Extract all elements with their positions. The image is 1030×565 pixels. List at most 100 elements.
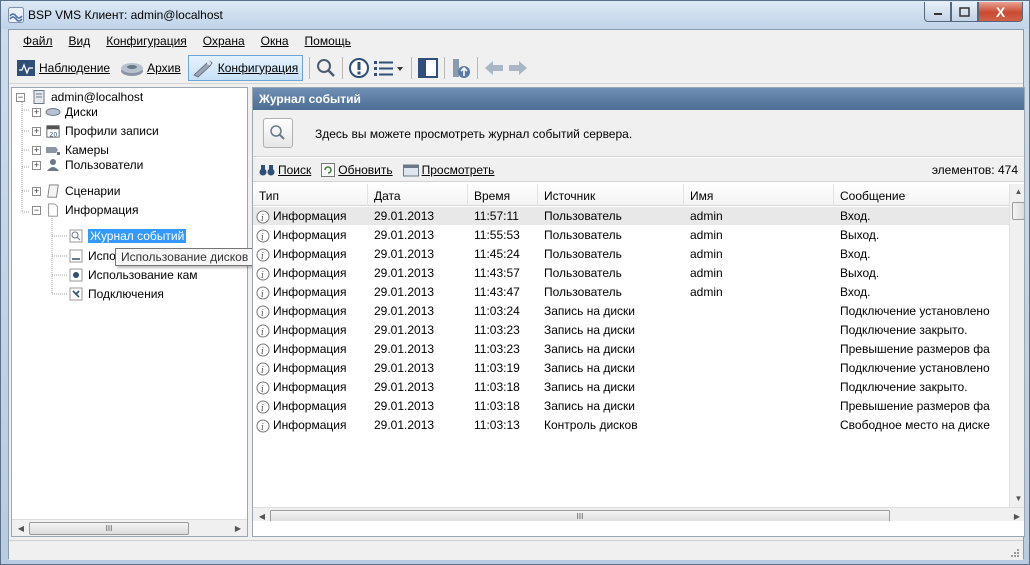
tree-label-connections: Подключения	[88, 287, 164, 301]
menu-file[interactable]: Файл	[15, 34, 61, 48]
disk-icon	[45, 108, 61, 116]
cell-type: i Информация	[256, 247, 369, 262]
cell-message: Вход.	[840, 209, 1008, 223]
app-window: BSP VMS Клиент: admin@localhost X Файл В…	[0, 0, 1030, 565]
scroll-thumb[interactable]: III	[29, 522, 189, 535]
info-icon: i	[256, 210, 270, 224]
table-row[interactable]: i Информация 29.01.2013 11:03:18 Запись на д…	[253, 397, 1009, 415]
tree-node-connections[interactable]: Подключения	[68, 286, 164, 302]
tree-node-info[interactable]: − Информация	[32, 202, 138, 218]
search-log-button[interactable]: Поиск	[259, 163, 311, 177]
cell-time: 11:03:13	[474, 418, 536, 432]
scroll-right-icon[interactable]: ▶	[1010, 510, 1024, 521]
forward-button[interactable]	[506, 56, 530, 80]
configuration-button[interactable]: Конфигурация	[187, 54, 304, 81]
collapse-icon[interactable]: −	[32, 205, 41, 215]
table-row[interactable]: i Информация 29.01.2013 11:43:57 Пользовател…	[253, 264, 1009, 282]
expand-icon[interactable]: +	[32, 186, 41, 196]
menu-bar: Файл Вид Конфигурация Охрана Окна Помощь	[9, 30, 1023, 52]
cell-message-text: Подключение установлено	[840, 361, 990, 375]
title-bar[interactable]: BSP VMS Клиент: admin@localhost X	[1, 1, 1029, 29]
tree-node-profiles[interactable]: + 20 Профили записи	[32, 123, 159, 139]
view-button[interactable]: Просмотреть	[402, 163, 494, 177]
tree-node-scenarios[interactable]: + Сценарии	[32, 183, 120, 199]
collapse-icon[interactable]: −	[16, 92, 25, 102]
tree-node-disks[interactable]: + Диски	[32, 104, 98, 120]
log-toolbar: Поиск Обновить Просмотреть элементов: 47…	[253, 158, 1024, 182]
maximize-button[interactable]	[951, 2, 978, 22]
cell-source-text: Пользователь	[544, 285, 622, 299]
list-view-button[interactable]	[371, 56, 407, 80]
close-button[interactable]: X	[978, 2, 1023, 22]
table-row[interactable]: i Информация 29.01.2013 11:03:18 Запись на д…	[253, 378, 1009, 396]
refresh-button[interactable]: Обновить	[321, 162, 393, 177]
scroll-up-icon[interactable]: ▲	[1012, 185, 1024, 199]
tree-horizontal-scrollbar[interactable]: ◀ III ▶	[12, 519, 247, 536]
tree-node-users[interactable]: + Пользователи	[32, 159, 143, 171]
column-header-message[interactable]: Сообщение	[834, 184, 1009, 206]
tree-node-camera-usage[interactable]: Использование кам	[68, 267, 198, 283]
scroll-thumb[interactable]: III	[270, 510, 890, 521]
cell-source: Пользователь	[544, 209, 682, 223]
archive-button[interactable]: Архив	[117, 55, 186, 81]
monitoring-button[interactable]: Наблюдение	[13, 55, 115, 81]
search-button[interactable]	[314, 56, 338, 80]
export-button[interactable]	[449, 56, 473, 80]
cell-date: 29.01.2013	[374, 380, 466, 394]
cell-time: 11:43:57	[474, 266, 536, 280]
table-row[interactable]: i Информация 29.01.2013 11:03:24 Запись на д…	[253, 302, 1009, 320]
tooltip: Использование дисков	[115, 248, 255, 266]
resize-grip-icon[interactable]	[1008, 546, 1020, 558]
expand-icon[interactable]: +	[32, 160, 41, 170]
scroll-thumb[interactable]	[1012, 202, 1024, 220]
cell-date-text: 29.01.2013	[374, 228, 435, 242]
table-row[interactable]: i Информация 29.01.2013 11:57:11 Пользовател…	[253, 207, 1009, 225]
cell-type: i Информация	[256, 342, 369, 357]
menu-view[interactable]: Вид	[61, 34, 99, 48]
scroll-right-icon[interactable]: ▶	[231, 522, 245, 535]
tree-label-scenarios: Сценарии	[65, 184, 121, 198]
cell-date-text: 29.01.2013	[374, 285, 435, 299]
cell-source-text: Запись на диски	[544, 304, 636, 318]
tree-node-event-log[interactable]: Журнал событий	[68, 228, 187, 244]
table-horizontal-scrollbar[interactable]: ◀ III ▶	[253, 507, 1024, 521]
toolbar-separator	[444, 56, 446, 79]
table-row[interactable]: i Информация 29.01.2013 11:03:23 Запись на д…	[253, 321, 1009, 339]
tree-node-root[interactable]: − admin@localhost	[16, 89, 143, 105]
menu-security[interactable]: Охрана	[195, 34, 253, 48]
minimize-button[interactable]	[924, 2, 951, 22]
table-row[interactable]: i Информация 29.01.2013 11:43:47 Пользовател…	[253, 283, 1009, 301]
column-header-type[interactable]: Тип	[253, 184, 368, 206]
column-header-time[interactable]: Время	[468, 184, 538, 206]
menu-windows[interactable]: Окна	[253, 34, 297, 48]
expand-icon[interactable]: +	[32, 107, 41, 117]
scroll-down-icon[interactable]: ▼	[1012, 492, 1024, 506]
search-large-icon	[263, 118, 293, 148]
column-header-date[interactable]: Дата	[368, 184, 468, 206]
cell-name: admin	[690, 266, 832, 280]
table-vertical-scrollbar[interactable]: ▲ ▼	[1009, 184, 1024, 507]
cell-type: i Информация	[256, 380, 369, 395]
table-row[interactable]: i Информация 29.01.2013 11:03:19 Запись на д…	[253, 359, 1009, 377]
table-row[interactable]: i Информация 29.01.2013 11:03:23 Запись на д…	[253, 340, 1009, 358]
panel-toggle-button[interactable]	[416, 56, 440, 80]
expand-icon[interactable]: +	[32, 126, 41, 136]
calendar-icon: 20	[46, 125, 60, 138]
tree-node-cameras[interactable]: + Камеры	[32, 142, 109, 158]
table-row[interactable]: i Информация 29.01.2013 11:03:13 Контроль ди…	[253, 416, 1009, 434]
cell-date: 29.01.2013	[374, 361, 466, 375]
menu-configuration[interactable]: Конфигурация	[98, 34, 195, 48]
column-header-name[interactable]: Имя	[684, 184, 834, 206]
scroll-left-icon[interactable]: ◀	[14, 522, 28, 535]
alarm-button[interactable]	[347, 56, 371, 80]
table-row[interactable]: i Информация 29.01.2013 11:45:24 Пользовател…	[253, 245, 1009, 263]
menu-help[interactable]: Помощь	[297, 34, 359, 48]
tree-label-profiles: Профили записи	[65, 124, 159, 138]
scroll-left-icon[interactable]: ◀	[255, 510, 269, 521]
expand-icon[interactable]: +	[32, 145, 41, 155]
cell-time-text: 11:03:19	[474, 361, 520, 375]
cell-date-text: 29.01.2013	[374, 399, 435, 413]
table-row[interactable]: i Информация 29.01.2013 11:55:53 Пользовател…	[253, 226, 1009, 244]
column-header-source[interactable]: Источник	[538, 184, 684, 206]
back-button[interactable]	[482, 56, 506, 80]
